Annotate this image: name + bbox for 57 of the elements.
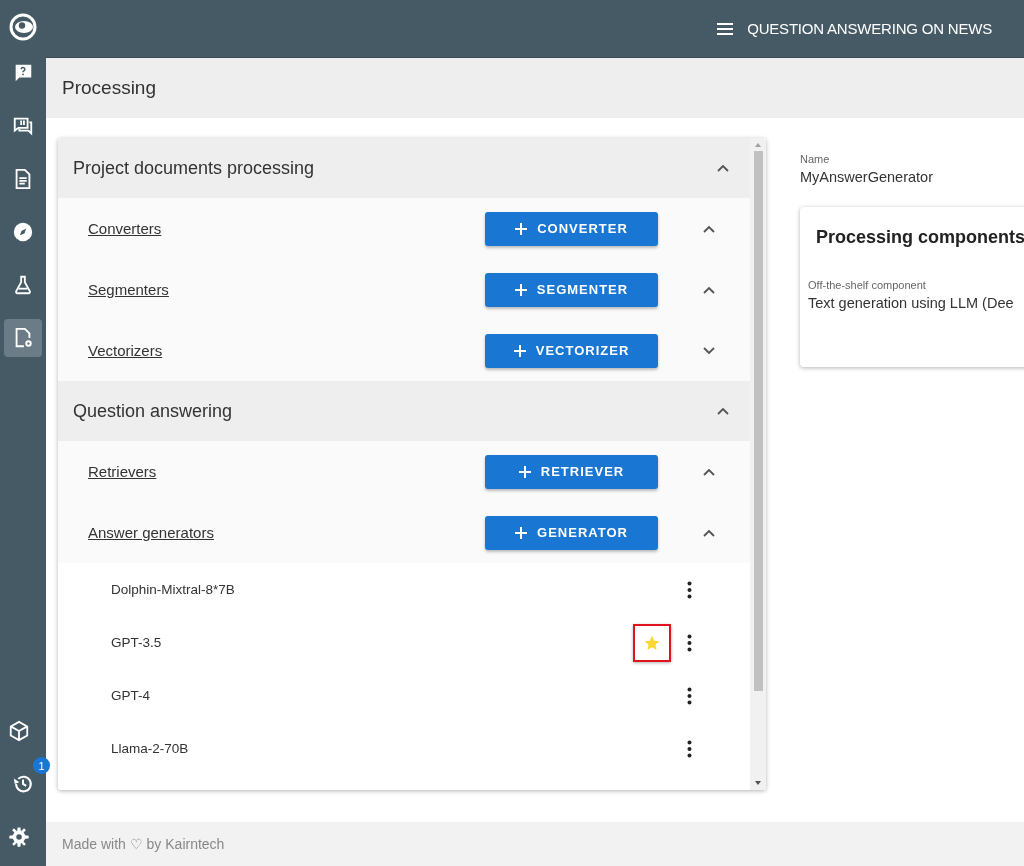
chevron-up-icon[interactable] xyxy=(716,406,730,416)
plus-icon xyxy=(515,222,528,235)
card-title: Processing components xyxy=(816,227,1024,248)
group-link[interactable]: Converters xyxy=(88,220,485,237)
chevron-up-icon[interactable] xyxy=(702,284,716,295)
history-icon xyxy=(12,773,34,795)
field-label: Name xyxy=(800,153,831,165)
chevron-up-icon[interactable] xyxy=(702,466,716,477)
component-value: Text generation using LLM (Dee xyxy=(808,295,1015,311)
flask-icon xyxy=(12,274,34,296)
settings-icon xyxy=(8,826,30,848)
section-title: Question answering xyxy=(73,400,233,422)
chevron-up-icon[interactable] xyxy=(702,527,716,538)
field-label: Off-the-shelf component xyxy=(808,279,927,291)
list-row[interactable]: Dolphin-Mixtral-8*7B xyxy=(58,563,750,616)
group-link[interactable]: Segmenters xyxy=(88,281,485,298)
group-link[interactable]: Retrievers xyxy=(88,463,485,480)
more-options-icon[interactable] xyxy=(686,739,692,758)
page-title: Processing xyxy=(62,77,156,99)
section-header[interactable]: Project documents processing xyxy=(58,138,750,198)
list-item-name[interactable]: GPT-4 xyxy=(111,688,633,703)
name-value: MyAnswerGenerator xyxy=(800,169,934,185)
add-button[interactable]: GENERATOR xyxy=(485,515,658,550)
app-title: QUESTION ANSWERING ON NEWS xyxy=(747,20,992,37)
chevron-down-icon[interactable] xyxy=(702,345,716,356)
eye-logo-icon xyxy=(9,13,37,41)
list-row[interactable]: GPT-4 xyxy=(58,669,750,722)
compass-icon xyxy=(12,221,34,243)
list-item-name[interactable]: Dolphin-Mixtral-8*7B xyxy=(111,582,633,597)
chevron-up-icon[interactable] xyxy=(716,163,730,173)
section-title: Project documents processing xyxy=(73,157,315,179)
add-button[interactable]: CONVERTER xyxy=(485,211,658,246)
plus-icon xyxy=(515,526,528,539)
add-button[interactable]: VECTORIZER xyxy=(485,333,658,368)
more-options-icon[interactable] xyxy=(686,580,692,599)
list-row[interactable]: GPT-3.5 xyxy=(58,616,750,669)
add-button[interactable]: RETRIEVER xyxy=(485,454,658,489)
scrollbar[interactable] xyxy=(750,138,766,790)
footer-text: Made with ♡ by Kairntech xyxy=(62,836,225,852)
add-button[interactable]: SEGMENTER xyxy=(485,272,658,307)
plus-icon xyxy=(518,465,531,478)
more-options-icon[interactable] xyxy=(686,686,692,705)
chevron-up-icon[interactable] xyxy=(702,223,716,234)
group-link[interactable]: Vectorizers xyxy=(88,342,485,359)
plus-icon xyxy=(513,344,526,357)
group-link[interactable]: Answer generators xyxy=(88,524,485,541)
nav-item[interactable] xyxy=(4,319,42,357)
section-header[interactable]: Question answering xyxy=(58,381,750,441)
notification-badge: 1 xyxy=(33,757,50,774)
cube-icon xyxy=(8,720,30,742)
list-item-name[interactable]: Llama-2-70B xyxy=(111,741,633,756)
plus-icon xyxy=(514,283,527,296)
list-item-name[interactable]: GPT-3.5 xyxy=(111,635,633,650)
list-row[interactable]: Llama-2-70B xyxy=(58,722,750,775)
more-options-icon[interactable] xyxy=(686,633,692,652)
scroll-down-icon[interactable] xyxy=(754,779,762,787)
chat-exclamation-icon xyxy=(12,115,34,137)
